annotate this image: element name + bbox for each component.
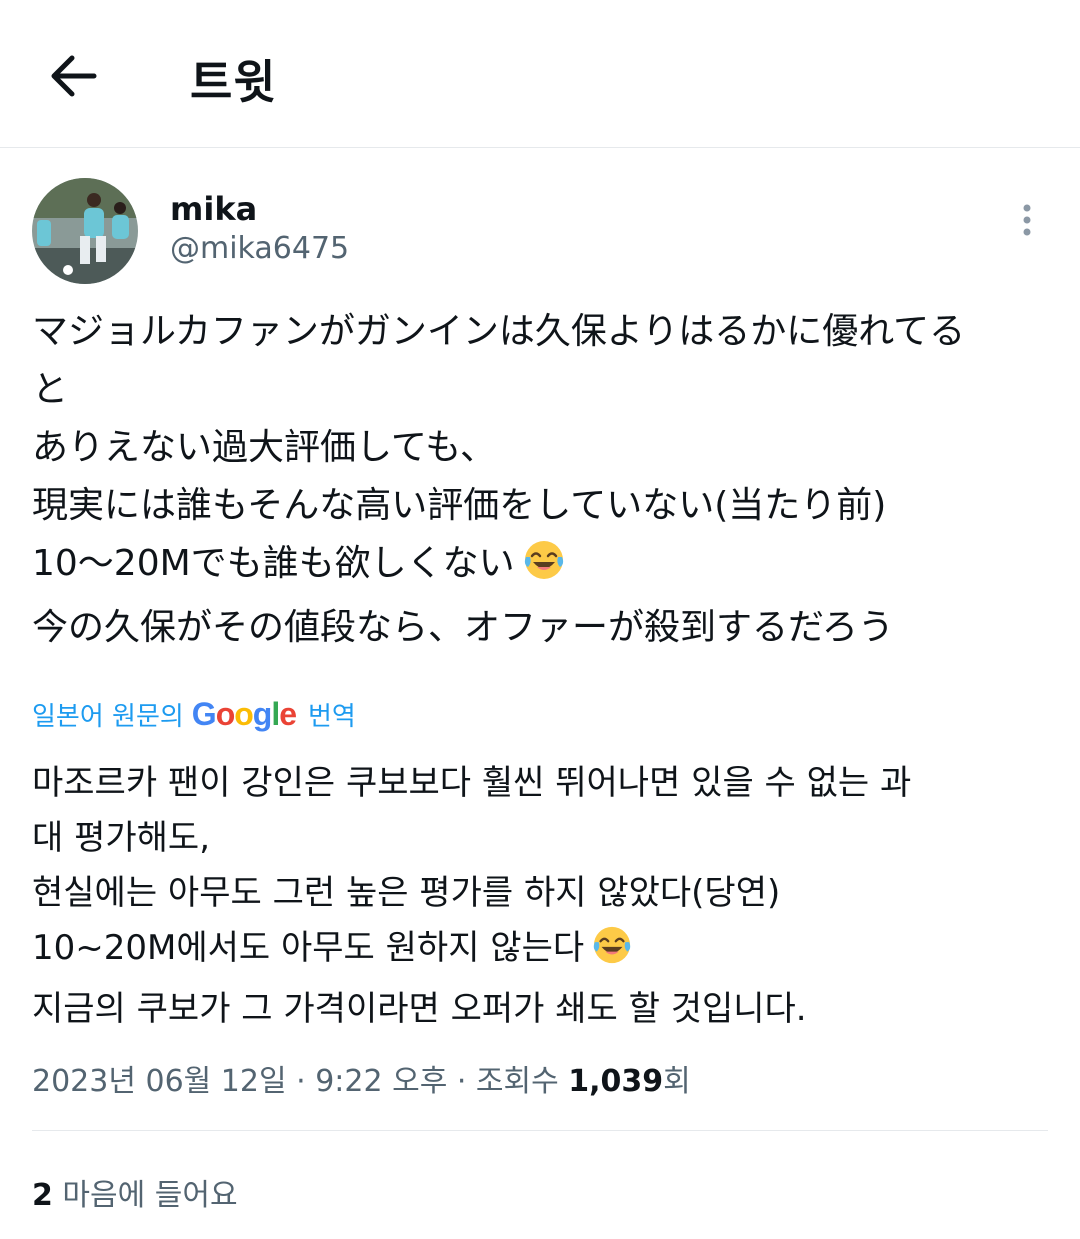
arrow-left-icon[interactable]: [46, 48, 102, 104]
tweet-line-with-emoji: 10〜20Mでも誰も欲しくない: [32, 535, 1042, 599]
laughing-tears-emoji-icon: [523, 539, 565, 599]
tweet-line: と: [32, 369, 69, 410]
likes-label: 마음에 들어요: [62, 1178, 238, 1213]
more-options-icon[interactable]: [1010, 200, 1044, 240]
author-name[interactable]: mika: [170, 190, 257, 228]
translated-line: 현실에는 아무도 그런 높은 평가를 하지 않았다(당연): [32, 873, 781, 913]
tweet-line: ありえない過大評価しても、: [32, 427, 497, 468]
translated-text: 마조르카 팬이 강인은 쿠보보다 훨씬 뛰어나면 있을 수 없는 과 대 평가해…: [32, 756, 1042, 1037]
likes-count: 2: [32, 1178, 53, 1213]
views-suffix: 회: [663, 1064, 691, 1099]
tweet-line: 10〜20Mでも誰も欲しくない: [32, 543, 515, 584]
tweet-line: 今の久保がその値段なら、オファーが殺到するだろう: [32, 607, 894, 648]
translate-prefix: 일본어 원문의: [32, 701, 184, 732]
meta-separator: ·: [447, 1064, 476, 1099]
header: 트윗: [0, 0, 1080, 148]
tweet-line: マジョルカファンがガンインは久保よりはるかに優れてる: [32, 311, 966, 352]
translated-line: 대 평가해도,: [32, 818, 211, 858]
likes-link[interactable]: 2 마음에 들어요: [32, 1170, 238, 1214]
views-count: 1,039: [568, 1064, 664, 1099]
views-label: 조회수: [475, 1064, 559, 1099]
translated-line: 마조르카 팬이 강인은 쿠보보다 훨씬 뛰어나면 있을 수 없는 과: [32, 763, 912, 803]
translated-line-with-emoji: 10~20M에서도 아무도 원하지 않는다: [32, 921, 1042, 982]
author-handle[interactable]: @mika6475: [170, 231, 349, 266]
avatar[interactable]: [32, 178, 138, 284]
translate-suffix: 번역: [308, 701, 356, 732]
tweet-meta: 2023년 06월 12일 · 9:22 오후 · 조회수 1,039회: [32, 1056, 691, 1100]
page-title: 트윗: [190, 55, 277, 109]
translated-line: 10~20M에서도 아무도 원하지 않는다: [32, 928, 585, 968]
tweet-text: マジョルカファンがガンインは久保よりはるかに優れてる と ありえない過大評価して…: [32, 303, 1042, 657]
tweet-time[interactable]: 9:22 오후: [315, 1064, 447, 1099]
translate-attribution[interactable]: 일본어 원문의 Google 번역: [32, 694, 356, 734]
tweet-line: 現実には誰もそんな高い評価をしていない(当たり前): [32, 485, 887, 526]
tweet-date[interactable]: 2023년 06월 12일: [32, 1064, 287, 1099]
meta-separator: ·: [286, 1064, 316, 1099]
divider: [32, 1130, 1048, 1131]
google-logo: Google: [191, 695, 297, 732]
translated-line: 지금의 쿠보가 그 가격이라면 오퍼가 쇄도 할 것입니다.: [32, 989, 807, 1029]
laughing-tears-emoji-icon: [592, 925, 632, 982]
